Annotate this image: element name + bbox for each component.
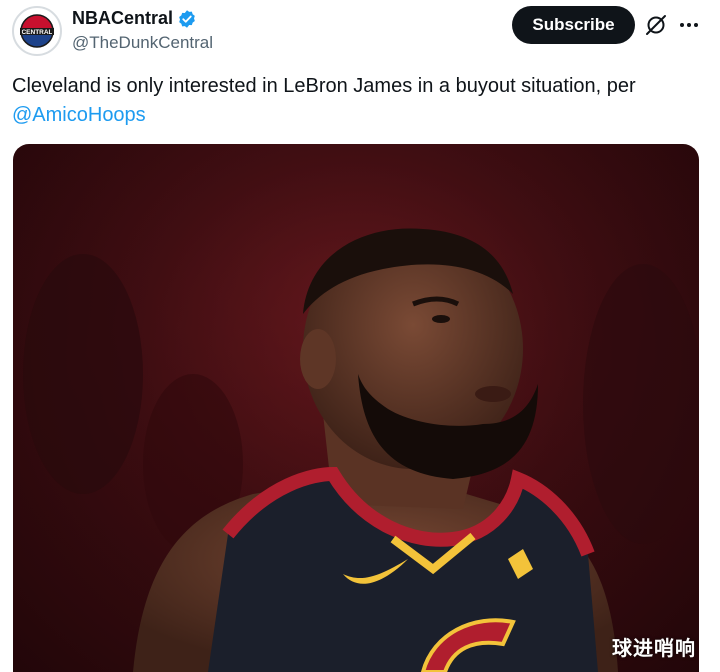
avatar-text: CENTRAL — [21, 29, 52, 36]
subscribe-button[interactable]: Subscribe — [512, 6, 635, 44]
grok-icon[interactable] — [644, 13, 668, 37]
watermark-text: 球进哨响 — [612, 636, 696, 660]
author-display-name[interactable]: NBACentral — [72, 8, 173, 29]
player-illustration — [13, 144, 699, 672]
author-handle[interactable]: @TheDunkCentral — [72, 33, 213, 53]
author-name-row: NBACentral — [72, 8, 197, 29]
tweet-photo[interactable] — [13, 144, 699, 672]
avatar[interactable]: CENTRAL — [12, 6, 62, 56]
nba-central-logo: CENTRAL — [15, 9, 59, 53]
more-icon[interactable] — [678, 14, 700, 36]
tweet-body: Cleveland is only interested in LeBron J… — [12, 75, 636, 97]
verified-badge-icon — [177, 9, 197, 29]
mention-link[interactable]: @AmicoHoops — [12, 104, 146, 126]
tweet-text: Cleveland is only interested in LeBron J… — [12, 72, 702, 130]
